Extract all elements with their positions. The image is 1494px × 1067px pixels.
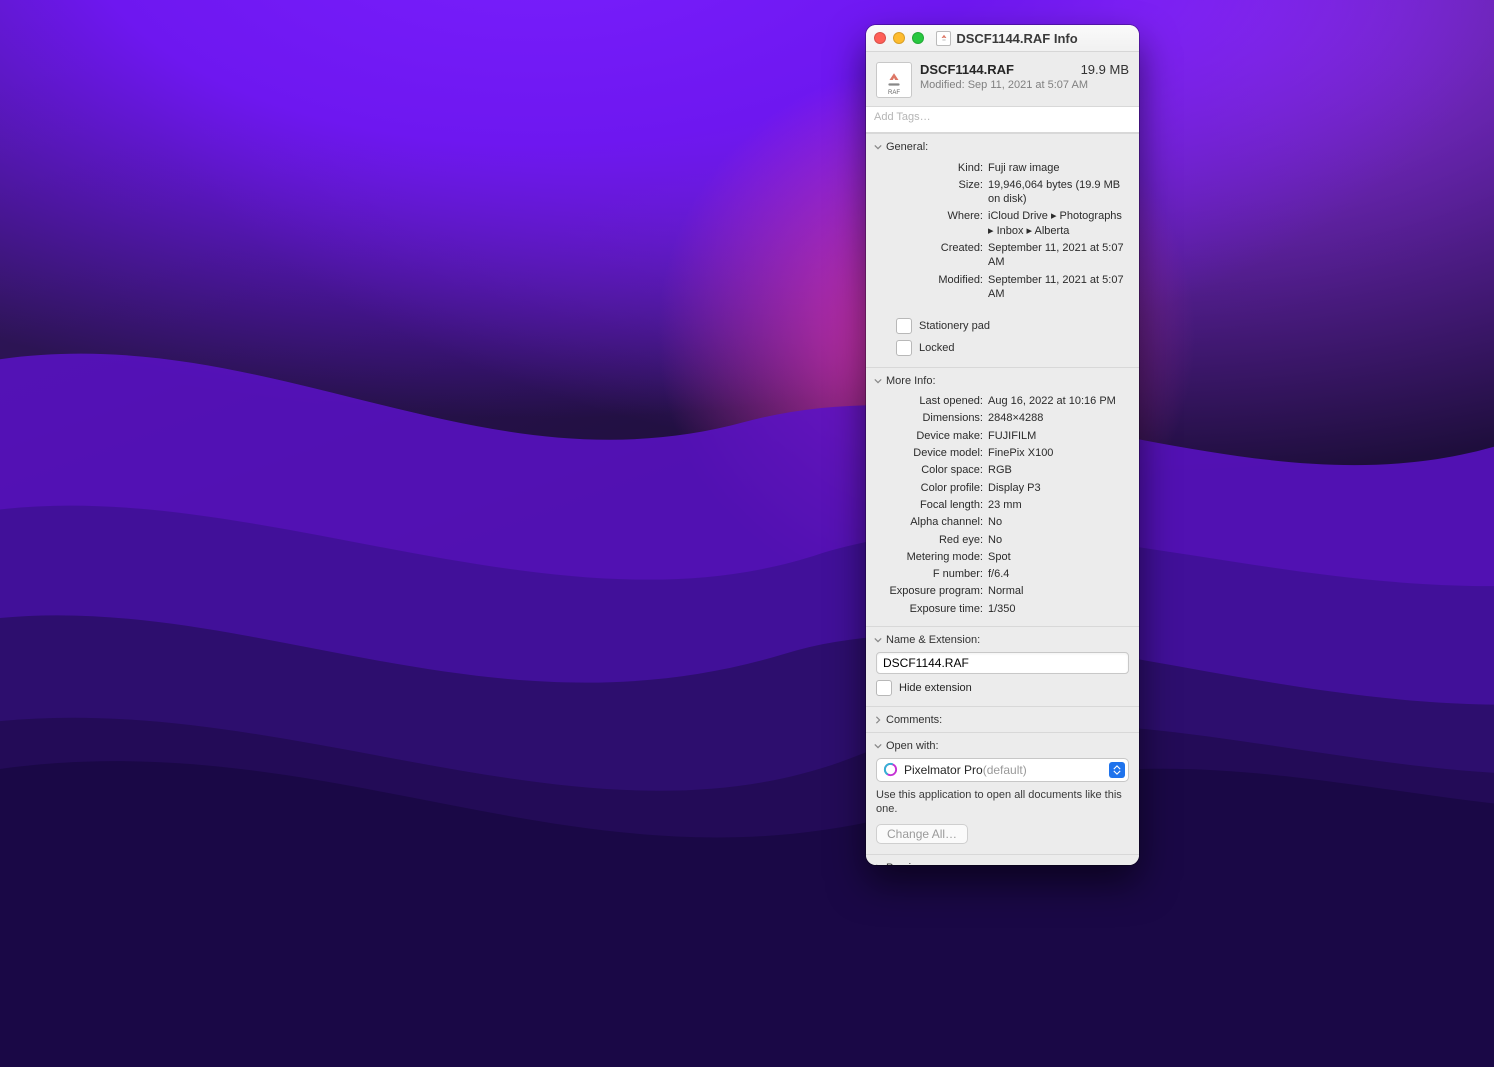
exposure-time-label: Exposure time: <box>876 602 983 616</box>
dimensions-label: Dimensions: <box>876 411 983 425</box>
dimensions-value: 2848×4288 <box>988 411 1129 425</box>
modified-label: Modified: <box>876 273 983 287</box>
size-value: 19,946,064 bytes (19.9 MB on disk) <box>988 178 1129 207</box>
alpha-channel-label: Alpha channel: <box>876 515 983 529</box>
modified-value: September 11, 2021 at 5:07 AM <box>988 273 1129 302</box>
section-preview-label: Preview: <box>886 862 928 865</box>
section-open-with-label: Open with: <box>886 740 939 752</box>
section-comments[interactable]: Comments: <box>866 706 1139 732</box>
section-open-with[interactable]: Open with: <box>866 732 1139 758</box>
more-info-body: Last opened: Aug 16, 2022 at 10:16 PM Dim… <box>866 393 1139 626</box>
general-body: Kind: Fuji raw image Size: 19,946,064 byte… <box>866 159 1139 311</box>
where-value: iCloud Drive ▸ Photographs ▸ Inbox ▸ Alb… <box>988 209 1129 238</box>
alpha-channel-value: No <box>988 515 1129 529</box>
exposure-time-value: 1/350 <box>988 602 1129 616</box>
where-label: Where: <box>876 209 983 223</box>
created-value: September 11, 2021 at 5:07 AM <box>988 241 1129 270</box>
locked-label: Locked <box>919 342 954 354</box>
filename-input[interactable] <box>876 652 1129 674</box>
f-number-value: f/6.4 <box>988 567 1129 581</box>
change-all-button[interactable]: Change All… <box>876 824 968 844</box>
header: RAF DSCF1144.RAF 19.9 MB Modified: Sep 1… <box>866 52 1139 106</box>
chevron-down-icon <box>874 143 882 151</box>
chevron-right-icon <box>874 864 882 865</box>
section-name-extension[interactable]: Name & Extension: <box>866 626 1139 652</box>
header-filename: DSCF1144.RAF <box>920 62 1014 77</box>
f-number-label: F number: <box>876 567 983 581</box>
checkbox-icon <box>896 318 912 334</box>
red-eye-label: Red eye: <box>876 533 983 547</box>
hide-extension-label: Hide extension <box>899 682 972 694</box>
section-general-label: General: <box>886 141 928 153</box>
header-filesize: 19.9 MB <box>1081 62 1129 77</box>
color-space-label: Color space: <box>876 463 983 477</box>
exposure-program-value: Normal <box>988 584 1129 598</box>
titlebar[interactable]: DSCF1144.RAF Info <box>866 25 1139 52</box>
wall-wave-5 <box>0 540 1494 1067</box>
chevron-down-icon <box>874 377 882 385</box>
red-eye-value: No <box>988 533 1129 547</box>
tags-field[interactable]: Add Tags… <box>866 106 1139 133</box>
kind-label: Kind: <box>876 161 983 175</box>
section-more-info[interactable]: More Info: <box>866 367 1139 393</box>
section-more-info-label: More Info: <box>886 375 936 387</box>
open-with-help: Use this application to open all documen… <box>876 788 1129 817</box>
file-thumbnail: RAF <box>876 62 912 98</box>
size-label: Size: <box>876 178 983 192</box>
window-title: DSCF1144.RAF Info <box>883 31 1131 46</box>
header-subtitle: Modified: Sep 11, 2021 at 5:07 AM <box>920 79 1129 91</box>
section-general[interactable]: General: <box>866 133 1139 159</box>
metering-mode-value: Spot <box>988 550 1129 564</box>
raf-file-icon <box>936 31 951 46</box>
color-space-value: RGB <box>988 463 1129 477</box>
stationery-pad-checkbox[interactable]: Stationery pad <box>896 315 1129 337</box>
chevron-right-icon <box>874 716 882 724</box>
open-with-app-name: Pixelmator Pro <box>904 763 983 777</box>
last-opened-value: Aug 16, 2022 at 10:16 PM <box>988 394 1129 408</box>
metering-mode-label: Metering mode: <box>876 550 983 564</box>
created-label: Created: <box>876 241 983 255</box>
device-model-value: FinePix X100 <box>988 446 1129 460</box>
device-make-value: FUJIFILM <box>988 429 1129 443</box>
section-comments-label: Comments: <box>886 714 942 726</box>
chevron-down-icon <box>874 742 882 750</box>
last-opened-label: Last opened: <box>876 394 983 408</box>
focal-length-label: Focal length: <box>876 498 983 512</box>
open-with-default-suffix: (default) <box>983 763 1027 777</box>
device-make-label: Device make: <box>876 429 983 443</box>
focal-length-value: 23 mm <box>988 498 1129 512</box>
open-with-select[interactable]: Pixelmator Pro (default) <box>876 758 1129 782</box>
pixelmator-icon <box>883 762 898 777</box>
color-profile-value: Display P3 <box>988 481 1129 495</box>
updown-icon <box>1109 762 1125 778</box>
device-model-label: Device model: <box>876 446 983 460</box>
section-preview[interactable]: Preview: <box>866 854 1139 865</box>
chevron-down-icon <box>874 636 882 644</box>
section-name-extension-label: Name & Extension: <box>886 634 980 646</box>
hide-extension-checkbox[interactable]: Hide extension <box>876 674 1129 696</box>
color-profile-label: Color profile: <box>876 481 983 495</box>
checkbox-icon <box>876 680 892 696</box>
exposure-program-label: Exposure program: <box>876 584 983 598</box>
get-info-window: DSCF1144.RAF Info RAF DSCF1144.RAF 19.9 … <box>866 25 1139 865</box>
kind-value: Fuji raw image <box>988 161 1129 175</box>
locked-checkbox[interactable]: Locked <box>896 337 1129 359</box>
checkbox-icon <box>896 340 912 356</box>
stationery-pad-label: Stationery pad <box>919 320 990 332</box>
